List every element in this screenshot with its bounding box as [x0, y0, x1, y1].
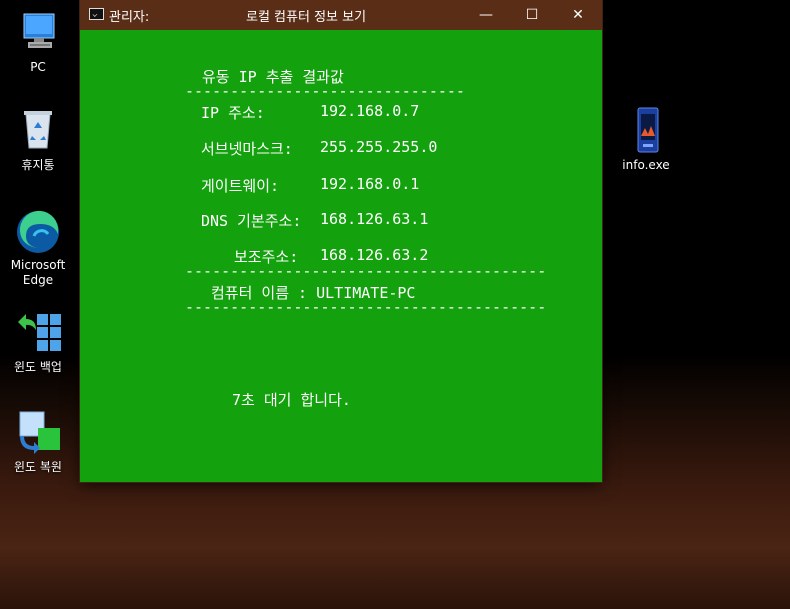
divider-line: ----------------------------------------… — [185, 262, 545, 280]
recycle-bin-icon — [14, 106, 62, 154]
wait-message: 7초 대기 합니다. — [232, 391, 351, 409]
desktop-icon-label: 휴지통 — [21, 158, 55, 172]
dns-primary-label: DNS 기본주소: — [201, 212, 302, 230]
edge-icon — [14, 206, 62, 254]
desktop-icon-pc[interactable]: PC — [0, 8, 76, 75]
desktop-icon-label: 윈도 백업 — [14, 360, 62, 374]
backup-icon — [14, 308, 62, 356]
console-window[interactable]: 관리자: 로컬 컴퓨터 정보 보기 — ☐ ✕ 유동 IP 추출 결과값 ---… — [80, 0, 602, 482]
desktop-icon-info-exe[interactable]: info.exe — [608, 106, 684, 173]
ip-address-label: IP 주소: — [201, 104, 265, 122]
desktop-icon-label: info.exe — [622, 158, 670, 172]
window-title: 로컬 컴퓨터 정보 보기 — [246, 10, 367, 25]
gateway-value: 192.168.0.1 — [320, 175, 420, 193]
desktop-icon-recycle-bin[interactable]: 휴지통 — [0, 106, 76, 173]
dns-primary-value: 168.126.63.1 — [320, 210, 429, 228]
pc-icon — [14, 8, 62, 56]
desktop-icon-windows-backup[interactable]: 윈도 백업 — [0, 308, 76, 375]
admin-label: 관리자: — [109, 10, 150, 25]
minimize-button[interactable]: — — [463, 0, 509, 30]
title-bar[interactable]: 관리자: 로컬 컴퓨터 정보 보기 — ☐ ✕ — [80, 0, 602, 30]
desktop-icon-edge[interactable]: Microsoft Edge — [0, 206, 76, 288]
desktop-icon-label: Microsoft — [10, 258, 66, 272]
console-output: 유동 IP 추출 결과값 ---------------------------… — [80, 30, 602, 482]
ip-address-value: 192.168.0.7 — [320, 102, 420, 120]
command-prompt-icon — [89, 8, 104, 20]
desktop-icon-label: PC — [30, 60, 46, 74]
gateway-label: 게이트웨이: — [201, 177, 280, 195]
subnet-mask-value: 255.255.255.0 — [320, 138, 438, 156]
desktop-icon-label: Edge — [22, 273, 54, 287]
restore-icon — [14, 408, 62, 456]
divider-line: ----------------------------------------… — [185, 298, 545, 316]
maximize-button[interactable]: ☐ — [509, 0, 555, 30]
desktop-icon-windows-restore[interactable]: 윈도 복원 — [0, 408, 76, 475]
exe-file-icon — [622, 106, 670, 154]
subnet-mask-label: 서브넷마스크: — [201, 140, 293, 158]
desktop-icon-label: 윈도 복원 — [14, 460, 62, 474]
divider-line: ----------------------------------- — [185, 82, 465, 100]
close-button[interactable]: ✕ — [555, 0, 601, 30]
